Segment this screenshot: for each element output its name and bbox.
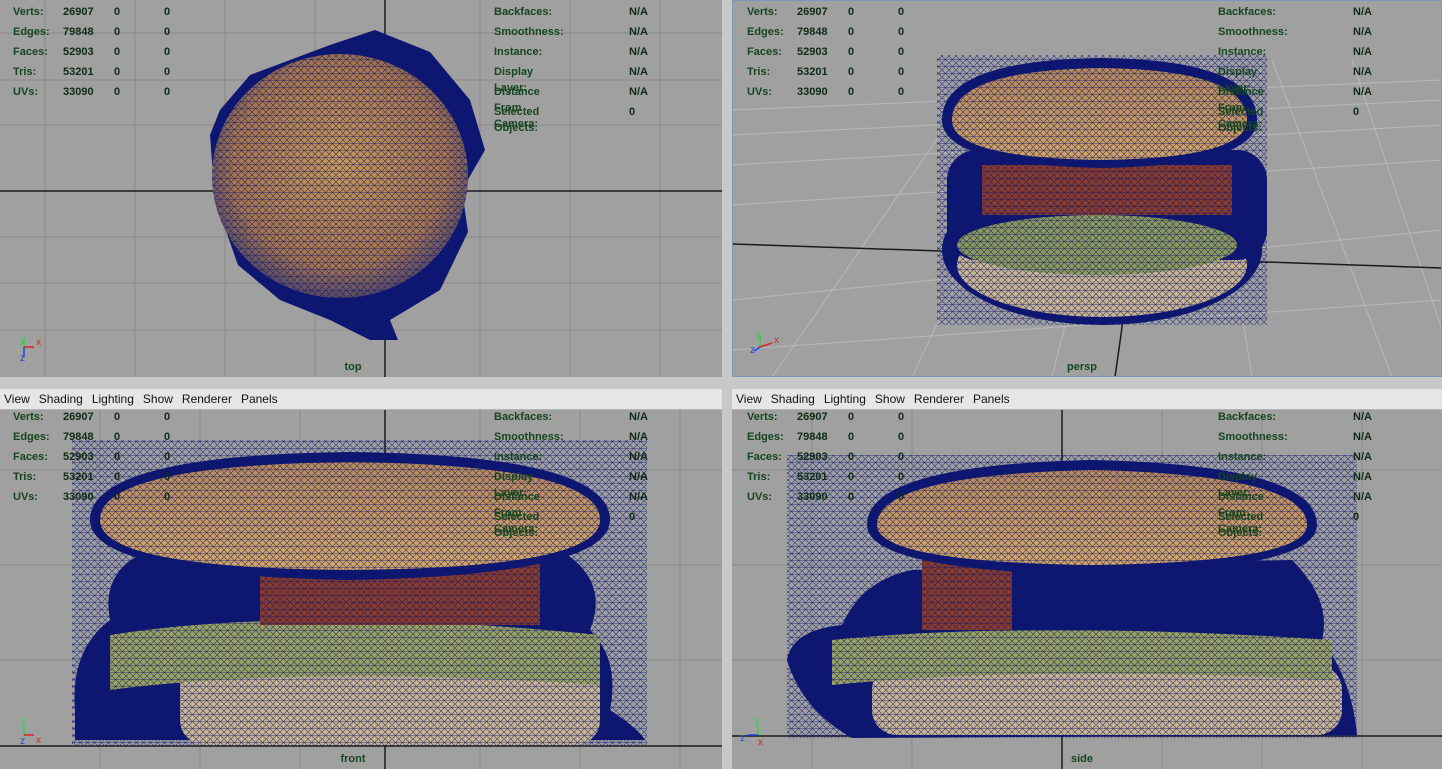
pane-divider-horizontal[interactable] bbox=[0, 377, 1442, 389]
scene-persp bbox=[732, 55, 1442, 377]
menu-view[interactable]: View bbox=[4, 392, 30, 406]
camera-label-side: side bbox=[1070, 753, 1094, 765]
svg-text:x: x bbox=[774, 335, 779, 346]
camera-label-front: front bbox=[340, 753, 366, 765]
axis-gizmo-icon: y x z bbox=[750, 329, 779, 356]
camera-label-top: top bbox=[344, 361, 362, 373]
svg-text:z: z bbox=[20, 736, 25, 747]
menu-shading[interactable]: Shading bbox=[771, 392, 815, 406]
scene-side bbox=[732, 410, 1442, 769]
camera-label-persp: persp bbox=[1067, 361, 1097, 373]
viewport-pane-top[interactable]: Verts: 26907 0 0 Edges: 79848 0 0 Faces: 52903 0… bbox=[0, 0, 722, 377]
scene-top bbox=[0, 0, 722, 377]
menu-panels[interactable]: Panels bbox=[241, 392, 278, 406]
menu-view[interactable]: View bbox=[736, 392, 762, 406]
svg-text:x: x bbox=[758, 737, 763, 747]
svg-text:z: z bbox=[20, 353, 25, 363]
viewport-pane-side[interactable]: View Shading Lighting Show Renderer Pane… bbox=[732, 389, 1442, 769]
svg-text:y: y bbox=[20, 717, 25, 727]
viewport-pane-persp[interactable]: Verts: 26907 0 0 Edges: 79848 0 0 Faces: 52903 0… bbox=[732, 0, 1442, 377]
svg-text:y: y bbox=[20, 335, 25, 346]
menu-renderer[interactable]: Renderer bbox=[182, 392, 232, 406]
svg-text:z: z bbox=[750, 345, 755, 356]
viewport-front[interactable]: Verts: 26907 0 0 Edges: 79848 0 0 Faces: 52903 0… bbox=[0, 410, 722, 769]
svg-text:x: x bbox=[36, 337, 41, 348]
viewport-persp[interactable]: Verts: 26907 0 0 Edges: 79848 0 0 Faces: 52903 0… bbox=[732, 0, 1442, 377]
viewport-pane-front[interactable]: View Shading Lighting Show Renderer Pane… bbox=[0, 389, 722, 769]
menu-lighting[interactable]: Lighting bbox=[824, 392, 866, 406]
menu-renderer[interactable]: Renderer bbox=[914, 392, 964, 406]
menu-show[interactable]: Show bbox=[143, 392, 173, 406]
axis-gizmo-icon: y x z bbox=[20, 335, 41, 363]
axis-gizmo-icon: y z x bbox=[20, 717, 41, 747]
menu-show[interactable]: Show bbox=[875, 392, 905, 406]
svg-text:y: y bbox=[756, 329, 761, 340]
menu-lighting[interactable]: Lighting bbox=[92, 392, 134, 406]
axis-gizmo-icon: y z x bbox=[740, 717, 763, 747]
menu-shading[interactable]: Shading bbox=[39, 392, 83, 406]
viewport-top[interactable]: Verts: 26907 0 0 Edges: 79848 0 0 Faces: 52903 0… bbox=[0, 0, 722, 377]
svg-text:x: x bbox=[36, 735, 41, 746]
panel-menubar: View Shading Lighting Show Renderer Pane… bbox=[732, 389, 1442, 410]
svg-text:z: z bbox=[740, 733, 745, 744]
scene-front bbox=[0, 410, 722, 769]
menu-panels[interactable]: Panels bbox=[973, 392, 1010, 406]
svg-text:y: y bbox=[754, 717, 759, 727]
viewport-side[interactable]: Verts: 26907 0 0 Edges: 79848 0 0 Faces: 52903 0… bbox=[732, 410, 1442, 769]
panel-menubar: View Shading Lighting Show Renderer Pane… bbox=[0, 389, 722, 410]
